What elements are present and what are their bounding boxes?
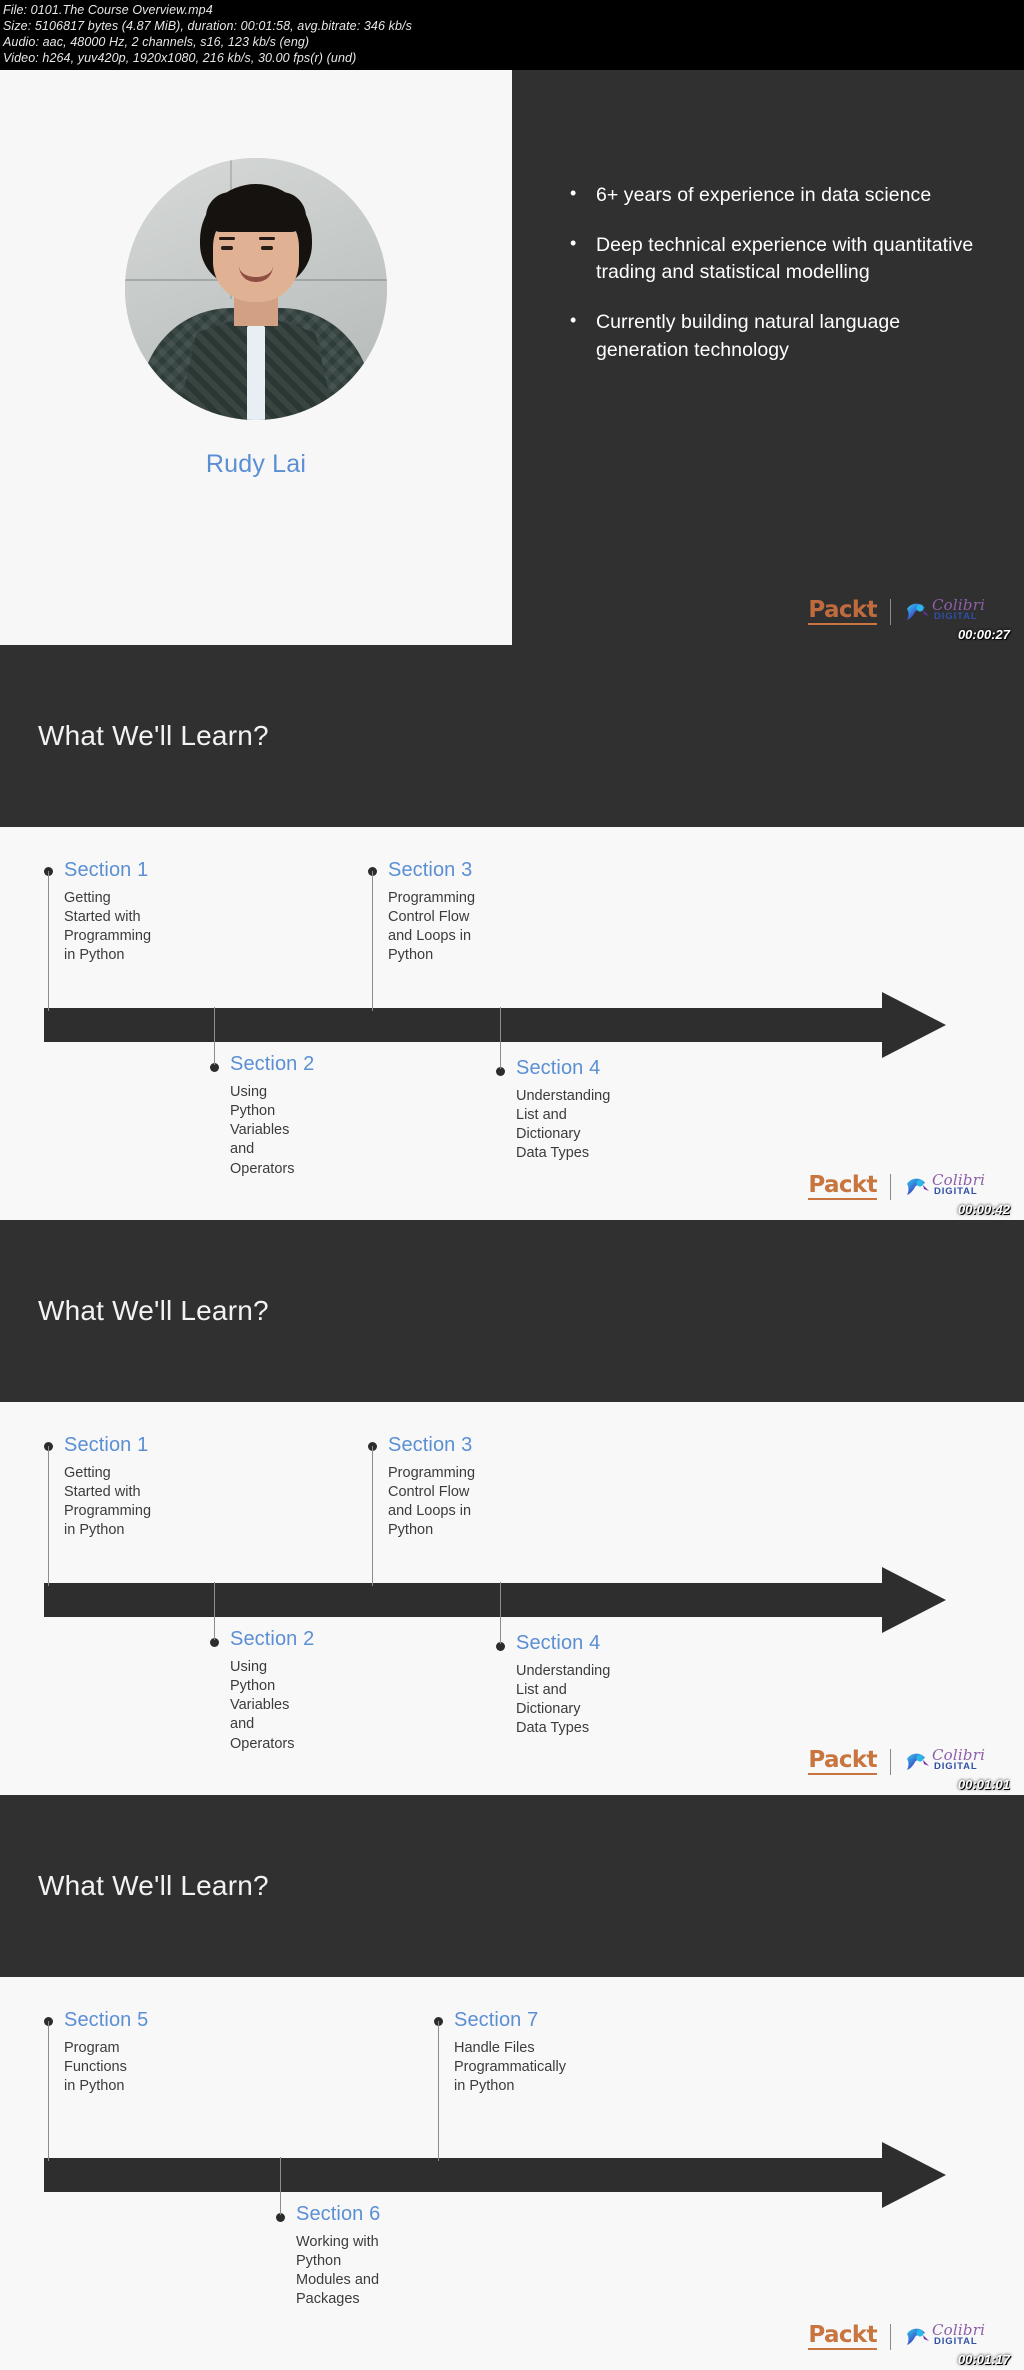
slide-header: What We'll Learn? xyxy=(0,645,1024,827)
brand-footer: Packt xyxy=(714,1160,1014,1217)
timeline-arrow xyxy=(44,1567,946,1633)
mediainfo-audio: Audio: aac, 48000 Hz, 2 channels, s16, 1… xyxy=(3,35,310,49)
section-label: Section 7 xyxy=(454,2009,539,2031)
page-title: What We'll Learn? xyxy=(38,1870,269,1901)
timestamp: 00:01:01 xyxy=(957,1777,1010,1792)
colibri-logo: Colibri DIGITAL xyxy=(904,2321,1000,2352)
section-description: Programming Control Flow and Loops in Py… xyxy=(388,1465,476,1539)
colibri-digital-text: DIGITAL xyxy=(934,1186,978,1197)
section-label: Section 6 xyxy=(296,2203,381,2225)
hummingbird-icon xyxy=(907,1753,929,1770)
timestamp: 00:00:42 xyxy=(957,1202,1010,1217)
mediainfo-header: File: 0101.The Course Overview.mp4 Size:… xyxy=(0,0,1024,70)
profile-right-panel: 6+ years of experience in data science D… xyxy=(512,70,1024,645)
section-description: Program Functions in Python xyxy=(64,2040,127,2095)
timeline-body: Section 1 Getting Started with Programmi… xyxy=(0,827,1024,1220)
section-label: Section 2 xyxy=(230,1628,315,1650)
slide-thumbnail-what-we-learn-3[interactable]: What We'll Learn? Section 5 Program Func… xyxy=(0,1795,1024,2370)
contact-sheet-page: File: 0101.The Course Overview.mp4 Size:… xyxy=(0,0,1024,2370)
timeline-body: Section 1 Getting Started with Programmi… xyxy=(0,1402,1024,1795)
presenter-name: Rudy Lai xyxy=(205,450,307,478)
section-description: Using Python Variables and Operators xyxy=(230,1084,295,1177)
section-description: Understanding List and Dictionary Data T… xyxy=(516,1663,611,1737)
section-description: Using Python Variables and Operators xyxy=(230,1659,295,1752)
divider xyxy=(890,2324,891,2350)
colibri-digital-text: DIGITAL xyxy=(934,1761,978,1772)
profile-left-panel: Rudy Lai xyxy=(0,70,512,645)
slide-thumbnail-what-we-learn-1[interactable]: What We'll Learn? Section 1 Getting Star… xyxy=(0,645,1024,1220)
profile-bullet-list: 6+ years of experience in data science D… xyxy=(566,181,984,364)
hummingbird-icon xyxy=(907,1178,929,1195)
section-label: Section 3 xyxy=(388,859,473,881)
divider xyxy=(890,599,891,625)
colibri-digital-text: DIGITAL xyxy=(934,611,978,622)
brand-footer: Packt xyxy=(714,2310,1014,2367)
packt-logo: Packt xyxy=(808,1172,878,1200)
timestamp: 00:00:27 xyxy=(957,627,1010,642)
thumbnail-grid: Rudy Lai 6+ years of experience in data … xyxy=(0,70,1024,2370)
list-item: 6+ years of experience in data science xyxy=(566,181,984,210)
mediainfo-file: File: 0101.The Course Overview.mp4 xyxy=(3,3,213,17)
list-item: Deep technical experience with quantitat… xyxy=(566,231,984,287)
brand-footer: Packt xyxy=(714,585,1014,642)
colibri-logo: Colibri DIGITAL xyxy=(904,1171,1000,1202)
section-label: Section 3 xyxy=(388,1434,473,1456)
slide-header: What We'll Learn? xyxy=(0,1220,1024,1402)
section-label: Section 4 xyxy=(516,1057,601,1079)
packt-logo: Packt xyxy=(808,597,878,625)
section-label: Section 1 xyxy=(64,1434,149,1456)
section-description: Programming Control Flow and Loops in Py… xyxy=(388,890,476,964)
divider xyxy=(890,1749,891,1775)
section-label: Section 5 xyxy=(64,2009,149,2031)
mediainfo-video: Video: h264, yuv420p, 1920x1080, 216 kb/… xyxy=(3,51,357,65)
timeline-arrow xyxy=(44,2142,946,2208)
hummingbird-icon xyxy=(907,603,929,620)
section-label: Section 2 xyxy=(230,1053,315,1075)
section-description: Working with Python Modules and Packages xyxy=(296,2234,380,2308)
section-label: Section 1 xyxy=(64,859,149,881)
colibri-logo: Colibri DIGITAL xyxy=(904,596,1000,627)
timeline-body: Section 5 Program Functions in Python Se… xyxy=(0,1977,1024,2370)
section-description: Handle Files Programmatically in Python xyxy=(454,2040,566,2095)
hummingbird-icon xyxy=(907,2328,929,2345)
colibri-logo: Colibri DIGITAL xyxy=(904,1746,1000,1777)
divider xyxy=(890,1174,891,1200)
list-item: Currently building natural language gene… xyxy=(566,308,984,364)
brand-footer: Packt xyxy=(714,1735,1014,1792)
section-label: Section 4 xyxy=(516,1632,601,1654)
section-description: Getting Started with Programming in Pyth… xyxy=(64,890,152,964)
page-title: What We'll Learn? xyxy=(38,720,269,751)
slide-thumbnail-profile[interactable]: Rudy Lai 6+ years of experience in data … xyxy=(0,70,1024,645)
section-description: Getting Started with Programming in Pyth… xyxy=(64,1465,152,1539)
slide-thumbnail-what-we-learn-2[interactable]: What We'll Learn? Section 1 Getting Star… xyxy=(0,1220,1024,1795)
packt-logo: Packt xyxy=(808,1747,878,1775)
timestamp: 00:01:17 xyxy=(957,2352,1010,2367)
section-description: Understanding List and Dictionary Data T… xyxy=(516,1088,611,1162)
slide-header: What We'll Learn? xyxy=(0,1795,1024,1977)
packt-logo: Packt xyxy=(808,2322,878,2350)
page-title: What We'll Learn? xyxy=(38,1295,269,1326)
mediainfo-size: Size: 5106817 bytes (4.87 MiB), duration… xyxy=(3,19,412,33)
timeline-arrow xyxy=(44,992,946,1058)
colibri-digital-text: DIGITAL xyxy=(934,2336,978,2347)
presenter-avatar xyxy=(125,158,387,420)
